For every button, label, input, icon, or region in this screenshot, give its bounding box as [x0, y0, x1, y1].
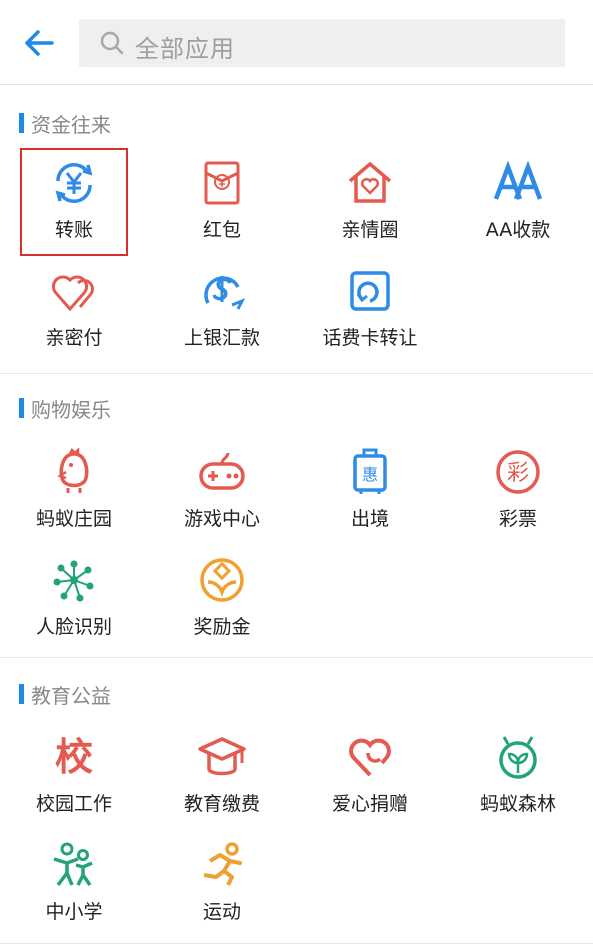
app-label: 蚂蚁庄园: [35, 508, 112, 530]
kids-icon: [53, 842, 93, 887]
app-ant-forest[interactable]: 蚂蚁森林: [444, 733, 592, 833]
app-intimate-pay[interactable]: 亲密付: [0, 267, 148, 367]
graduation-cap-icon: [198, 737, 246, 776]
section-accent-bar: [19, 684, 24, 704]
search-placeholder: 全部应用: [135, 35, 235, 63]
section-title: 资金往来: [19, 108, 111, 138]
heart-hand-icon: [349, 738, 391, 777]
app-sports[interactable]: 运动: [148, 841, 296, 941]
app-face-recognition[interactable]: 人脸识别: [0, 556, 148, 656]
section-title-text: 购物娱乐: [31, 397, 111, 422]
section-accent-bar: [19, 113, 24, 133]
app-red-envelope[interactable]: 红包: [148, 159, 296, 259]
app-aa[interactable]: AA收款: [444, 159, 592, 259]
section-accent-bar: [19, 398, 24, 418]
search-icon: [100, 31, 124, 55]
card-refresh-icon: [350, 271, 390, 311]
app-label: 教育缴费: [183, 793, 260, 815]
app-label: 游戏中心: [183, 508, 260, 530]
selection-highlight: [20, 148, 128, 256]
school-char-icon: 校: [54, 735, 93, 779]
family-house-icon: [348, 162, 392, 203]
app-label: 中小学: [45, 901, 103, 923]
svg-text:惠: 惠: [362, 465, 378, 484]
app-label: 彩票: [498, 508, 537, 530]
dollar-remit-icon: [204, 276, 246, 310]
app-family[interactable]: 亲情圈: [296, 159, 444, 259]
app-label: 上银汇款: [183, 327, 260, 349]
runner-icon: [203, 842, 242, 886]
app-label: 出境: [350, 508, 389, 530]
app-ant-farm[interactable]: 蚂蚁庄园: [0, 448, 148, 548]
section-title-text: 教育公益: [31, 683, 111, 708]
section-title-text: 资金往来: [31, 112, 111, 137]
app-label: 亲情圈: [341, 219, 399, 241]
svg-text:彩: 彩: [507, 461, 529, 486]
chick-icon: [57, 448, 89, 493]
lottery-icon: 彩: [496, 450, 540, 494]
app-campus-work[interactable]: 校 校园工作: [0, 733, 148, 833]
section-title: 教育公益: [19, 679, 111, 709]
app-label: 亲密付: [45, 327, 103, 349]
gamepad-icon: [199, 452, 245, 490]
section-shopping: 购物娱乐 蚂蚁庄园 游戏中心 惠 出境 彩 彩票 人脸识别 奖励金: [0, 375, 593, 658]
aa-icon: [494, 160, 542, 200]
app-outbound[interactable]: 惠 出境: [296, 448, 444, 548]
app-label: 话费卡转让: [322, 327, 418, 349]
app-game-center[interactable]: 游戏中心: [148, 448, 296, 548]
app-label: 校园工作: [35, 793, 112, 815]
red-envelope-icon: [204, 161, 240, 205]
app-primary-school[interactable]: 中小学: [0, 841, 148, 941]
section-title: 购物娱乐: [19, 393, 111, 423]
app-label: 奖励金: [193, 616, 251, 638]
back-arrow-icon[interactable]: [22, 26, 56, 60]
app-label: AA收款: [485, 219, 551, 241]
app-label: 蚂蚁森林: [479, 793, 556, 815]
app-label: 爱心捐赠: [331, 793, 408, 815]
app-label: 运动: [202, 901, 241, 923]
search-input[interactable]: 全部应用: [79, 19, 565, 67]
face-dots-icon: [53, 560, 94, 602]
app-remit[interactable]: 上银汇款: [148, 267, 296, 367]
top-bar: 全部应用: [0, 0, 593, 85]
app-edu-payment[interactable]: 教育缴费: [148, 733, 296, 833]
app-label: 红包: [202, 219, 241, 241]
section-education: 教育公益 校 校园工作 教育缴费 爱心捐赠 蚂蚁森林 中小学 运动: [0, 659, 593, 944]
app-reward[interactable]: 奖励金: [148, 556, 296, 656]
reward-coin-icon: [200, 558, 244, 602]
app-charity[interactable]: 爱心捐赠: [296, 733, 444, 833]
double-heart-icon: [51, 275, 94, 312]
app-lottery[interactable]: 彩 彩票: [444, 448, 592, 548]
app-label: 人脸识别: [35, 616, 112, 638]
luggage-icon: 惠: [353, 448, 387, 494]
app-phone-card[interactable]: 话费卡转让: [296, 267, 444, 367]
sprout-icon: [499, 736, 537, 779]
